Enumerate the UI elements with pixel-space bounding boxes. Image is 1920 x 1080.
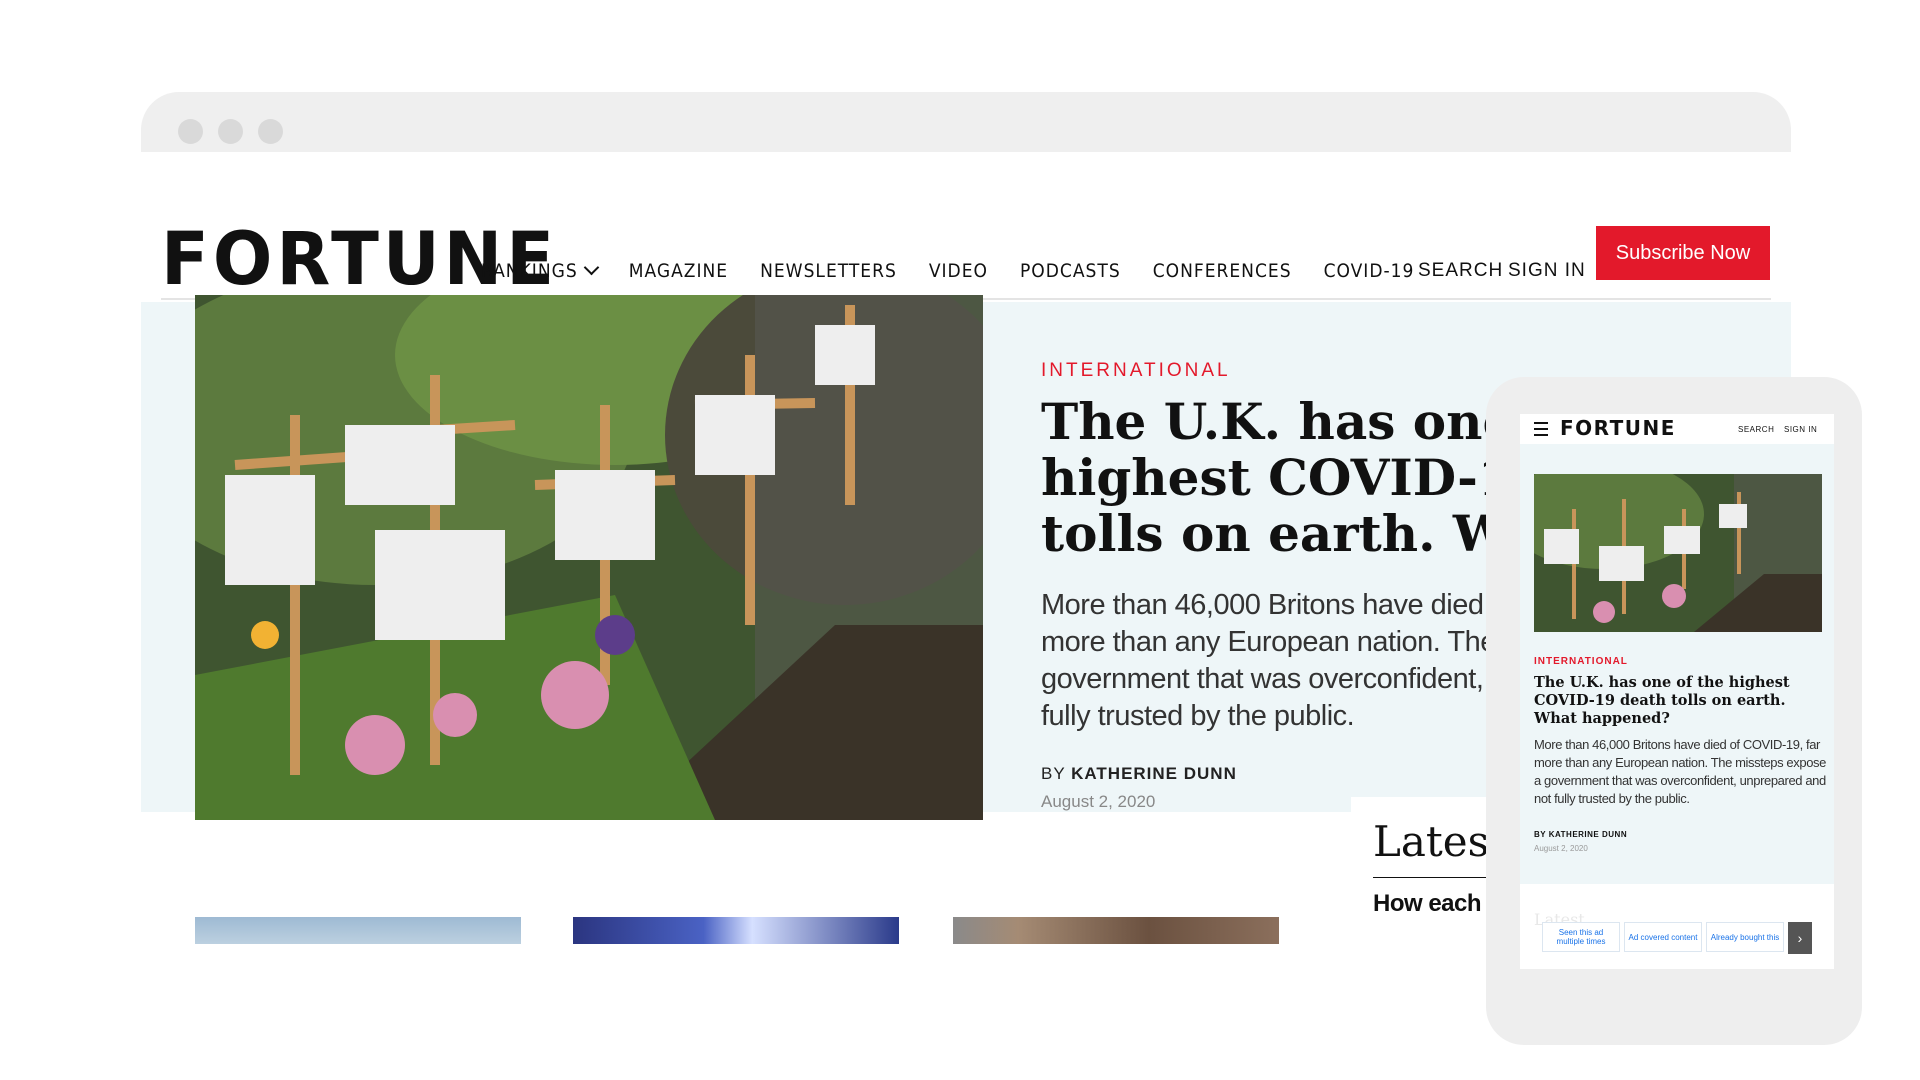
mobile-header: FORTUNE SEARCH SIGN IN — [1520, 414, 1834, 444]
byline-prefix: BY — [1041, 764, 1066, 783]
hamburger-icon[interactable] — [1534, 422, 1548, 436]
mobile-hero-section: INTERNATIONAL The U.K. has one of the hi… — [1520, 444, 1834, 884]
author-link[interactable]: KATHERINE DUNN — [1071, 764, 1237, 783]
chevron-right-icon[interactable]: › — [1788, 922, 1812, 954]
sign-in-link[interactable]: SIGN IN — [1508, 260, 1586, 282]
nav-magazine[interactable]: MAGAZINE — [629, 260, 728, 282]
hero-date: August 2, 2020 — [1041, 792, 1156, 811]
window-dot-minimize[interactable] — [218, 119, 243, 144]
nav-conferences[interactable]: CONFERENCES — [1153, 260, 1292, 282]
browser-chrome — [141, 92, 1791, 152]
nav-rankings-label: RANKINGS — [481, 260, 578, 282]
ad-feedback-option[interactable]: Ad covered content — [1624, 922, 1702, 952]
story-thumbnail[interactable] — [573, 917, 899, 944]
mobile-phone-mockup: FORTUNE SEARCH SIGN IN INTERNATIONAL The… — [1486, 377, 1862, 1045]
mobile-search-link[interactable]: SEARCH — [1738, 425, 1774, 434]
ad-feedback-option[interactable]: Seen this ad multiple times — [1542, 922, 1620, 952]
chevron-down-icon — [583, 259, 599, 276]
subscribe-button[interactable]: Subscribe Now — [1596, 226, 1770, 280]
mobile-sign-in-link[interactable]: SIGN IN — [1784, 425, 1817, 434]
hero-kicker[interactable]: INTERNATIONAL — [1041, 360, 1231, 382]
window-dot-close[interactable] — [178, 119, 203, 144]
hero-image[interactable] — [195, 295, 983, 820]
mobile-byline[interactable]: BY KATHERINE DUNN — [1534, 830, 1627, 839]
mobile-dek: More than 46,000 Britons have died of CO… — [1534, 737, 1826, 806]
nav-newsletters[interactable]: NEWSLETTERS — [760, 260, 897, 282]
mobile-kicker[interactable]: INTERNATIONAL — [1534, 656, 1628, 667]
story-thumbnail[interactable] — [195, 917, 521, 944]
mobile-date: August 2, 2020 — [1534, 844, 1588, 853]
nav-podcasts[interactable]: PODCASTS — [1020, 260, 1121, 282]
main-nav: RANKINGS MAGAZINE NEWSLETTERS VIDEO PODC… — [481, 259, 1446, 282]
mobile-fortune-logo[interactable]: FORTUNE — [1560, 416, 1676, 440]
mobile-hero-image[interactable] — [1534, 474, 1822, 632]
nav-rankings[interactable]: RANKINGS — [481, 259, 599, 282]
nav-video[interactable]: VIDEO — [929, 260, 988, 282]
search-link[interactable]: SEARCH — [1418, 260, 1503, 282]
mobile-headline[interactable]: The U.K. has one of the highest COVID-19… — [1534, 674, 1824, 728]
nav-covid-19[interactable]: COVID-19 — [1324, 260, 1415, 282]
story-thumbnail[interactable] — [953, 917, 1279, 944]
fortune-logo[interactable]: FORTUNE — [161, 220, 558, 298]
window-dot-maximize[interactable] — [258, 119, 283, 144]
ad-feedback-bar: Seen this ad multiple times Ad covered c… — [1542, 922, 1812, 954]
hero-byline: BY KATHERINE DUNN — [1041, 764, 1237, 784]
mobile-screen: FORTUNE SEARCH SIGN IN INTERNATIONAL The… — [1520, 414, 1834, 969]
ad-feedback-option[interactable]: Already bought this — [1706, 922, 1784, 952]
